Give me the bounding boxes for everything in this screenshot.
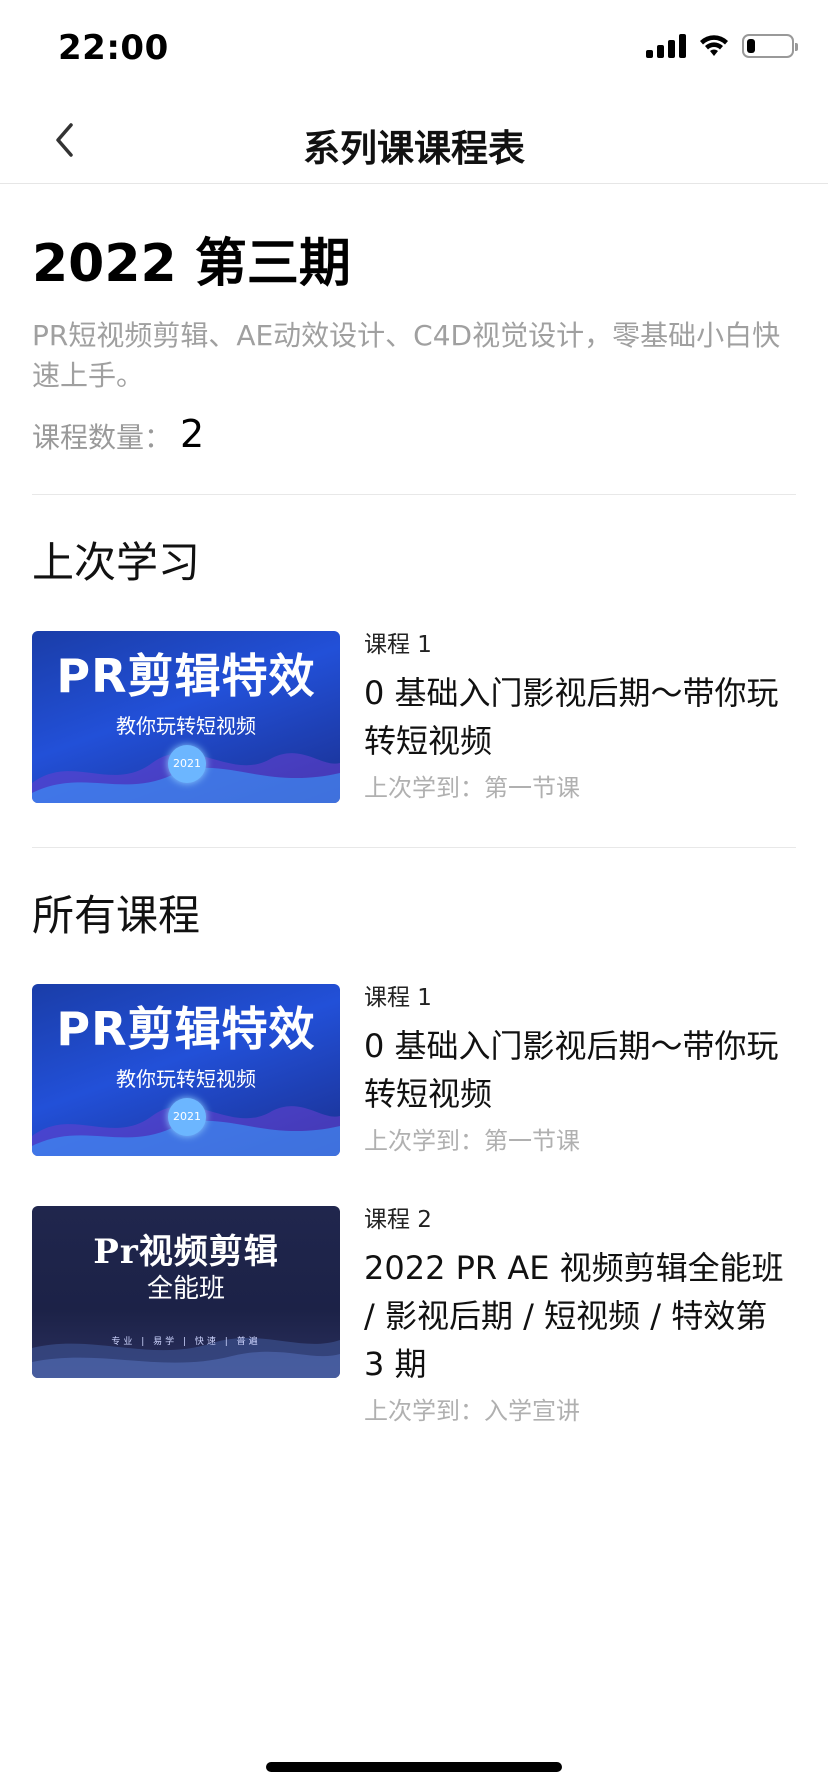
thumbnail-tags: 专业 | 易学 | 快速 | 普遍 bbox=[111, 1337, 261, 1347]
navigation-bar: 系列课课程表 bbox=[0, 96, 828, 184]
thumbnail-title: PR剪辑特效 bbox=[56, 1002, 316, 1056]
course-count-value: 2 bbox=[180, 412, 205, 456]
course-count-label: 课程数量： bbox=[32, 421, 173, 454]
thumbnail-title: Pr视频剪辑 bbox=[93, 1232, 279, 1272]
thumbnail-title: PR剪辑特效 bbox=[56, 649, 316, 703]
last-learned: 上次学到：入学宣讲 bbox=[364, 1397, 580, 1425]
course-title[interactable]: 0 基础入门影视后期～带你玩转短视频 bbox=[364, 669, 796, 765]
series-title: 2022 第三期 bbox=[32, 234, 351, 294]
last-study-course[interactable]: PR剪辑特效 教你玩转短视频 2021 课程 1 0 基础入门影视后期～带你玩转… bbox=[32, 631, 796, 805]
course-count-row: 课程数量： 2 bbox=[32, 412, 796, 456]
battery-icon bbox=[742, 34, 798, 58]
course-info: 课程 2 2022 PR AE 视频剪辑全能班 / 影视后期 / 短视频 / 特… bbox=[364, 1206, 796, 1428]
course-info: 课程 1 0 基础入门影视后期～带你玩转短视频 上次学到：第一节课 bbox=[364, 631, 796, 805]
home-indicator bbox=[266, 1762, 562, 1772]
section-title-last-study: 上次学习 bbox=[32, 538, 201, 587]
battery-level bbox=[747, 39, 756, 53]
course-title[interactable]: 2022 PR AE 视频剪辑全能班 / 影视后期 / 短视频 / 特效第 3 … bbox=[364, 1244, 796, 1388]
course-index: 课程 2 bbox=[364, 1207, 432, 1233]
thumbnail-badge: 2021 bbox=[168, 1098, 206, 1136]
status-time: 22:00 bbox=[58, 28, 169, 68]
divider bbox=[32, 847, 796, 848]
course-title[interactable]: 0 基础入门影视后期～带你玩转短视频 bbox=[364, 1022, 796, 1118]
course-list-item[interactable]: Pr视频剪辑 全能班 专业 | 易学 | 快速 | 普遍 课程 2 2022 P… bbox=[32, 1206, 796, 1428]
course-list-item[interactable]: PR剪辑特效 教你玩转短视频 2021 课程 1 0 基础入门影视后期～带你玩转… bbox=[32, 984, 796, 1158]
course-thumbnail[interactable]: PR剪辑特效 教你玩转短视频 2021 bbox=[32, 984, 340, 1156]
wifi-icon bbox=[700, 35, 728, 56]
course-thumbnail[interactable]: PR剪辑特效 教你玩转短视频 2021 bbox=[32, 631, 340, 803]
last-learned: 上次学到：第一节课 bbox=[364, 774, 580, 802]
thumbnail-badge: 2021 bbox=[168, 745, 206, 783]
status-bar: 22:00 bbox=[0, 0, 828, 96]
thumbnail-subtitle: 全能班 bbox=[146, 1274, 225, 1304]
course-index: 课程 1 bbox=[364, 632, 432, 658]
series-description: PR短视频剪辑、AE动效设计、C4D视觉设计，零基础小白快速上手。 bbox=[32, 319, 781, 392]
page-title: 系列课课程表 bbox=[303, 127, 525, 170]
course-thumbnail[interactable]: Pr视频剪辑 全能班 专业 | 易学 | 快速 | 普遍 bbox=[32, 1206, 340, 1378]
cellular-signal-icon bbox=[646, 34, 686, 58]
course-info: 课程 1 0 基础入门影视后期～带你玩转短视频 上次学到：第一节课 bbox=[364, 984, 796, 1158]
thumbnail-subtitle: 教你玩转短视频 bbox=[116, 714, 256, 738]
section-title-all-courses: 所有课程 bbox=[32, 891, 201, 940]
thumbnail-subtitle: 教你玩转短视频 bbox=[116, 1067, 256, 1091]
status-icons bbox=[646, 34, 798, 58]
divider bbox=[32, 494, 796, 495]
last-learned: 上次学到：第一节课 bbox=[364, 1127, 580, 1155]
series-content: 2022 第三期 PR短视频剪辑、AE动效设计、C4D视觉设计，零基础小白快速上… bbox=[32, 184, 796, 1428]
course-index: 课程 1 bbox=[364, 985, 432, 1011]
